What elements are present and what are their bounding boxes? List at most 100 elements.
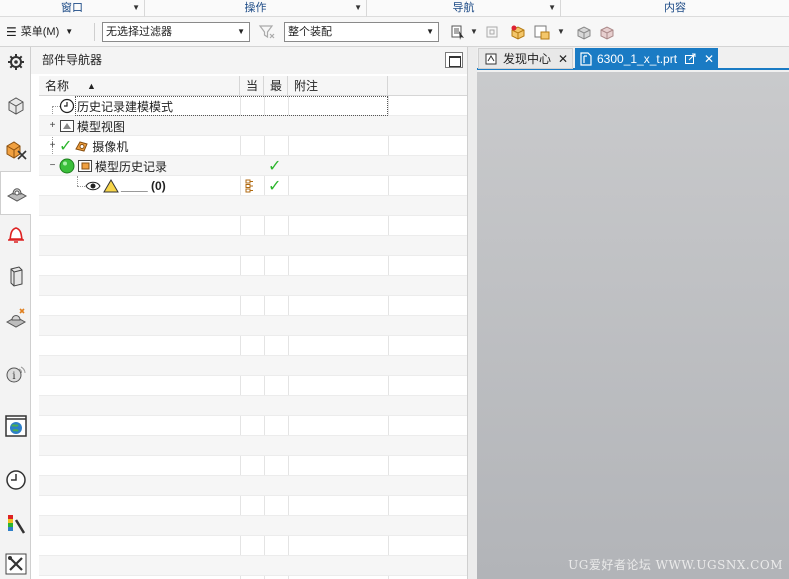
table-row[interactable]: ____ (0) ✓ xyxy=(39,176,467,196)
checkmark-icon: ✓ xyxy=(268,158,282,175)
table-row xyxy=(39,276,467,296)
table-row xyxy=(39,536,467,556)
table-row xyxy=(39,236,467,256)
color-palette-icon xyxy=(8,515,26,534)
type-filter-select[interactable]: 无选择过滤器 ▼ xyxy=(102,22,250,42)
chevron-down-icon[interactable]: ▼ xyxy=(470,23,478,41)
table-row xyxy=(39,296,467,316)
chevron-down-icon[interactable]: ▼ xyxy=(557,23,565,41)
table-row xyxy=(39,416,467,436)
book-icon xyxy=(10,266,23,287)
info-tab[interactable]: i xyxy=(3,361,29,387)
column-header-notes[interactable]: 附注 xyxy=(288,76,388,96)
solid-body-icon[interactable] xyxy=(575,23,593,41)
table-row xyxy=(39,376,467,396)
select-body-icon[interactable] xyxy=(509,23,527,41)
constraint-navigator-icon xyxy=(6,141,27,160)
tab-discovery-center[interactable]: 发现中心 ✕ xyxy=(478,48,573,69)
table-row xyxy=(39,396,467,416)
web-browser-tab[interactable] xyxy=(3,413,29,439)
expand-icon[interactable]: + xyxy=(48,141,57,151)
select-component-icon[interactable] xyxy=(533,23,551,41)
roles-tab[interactable] xyxy=(3,551,29,577)
tools-icon xyxy=(5,553,27,575)
checkmark-icon: ✓ xyxy=(59,138,73,155)
ribbon-group-window[interactable]: 窗口 ▼ xyxy=(0,0,145,17)
navigator-header: 部件导航器 xyxy=(31,47,467,74)
chevron-down-icon: ▼ xyxy=(354,3,362,12)
ribbon-group-navigate[interactable]: 导航 ▼ xyxy=(367,0,561,17)
history-tab[interactable] xyxy=(3,467,29,493)
column-header-latest[interactable]: 最 xyxy=(264,76,288,96)
chevron-down-icon: ▼ xyxy=(65,27,74,36)
collapse-icon[interactable]: − xyxy=(48,161,57,171)
table-row xyxy=(39,516,467,536)
eye-icon[interactable] xyxy=(85,178,101,194)
reuse-library-tab[interactable] xyxy=(3,221,29,247)
menu-button[interactable]: ☰ 菜单(M) ▼ xyxy=(6,23,73,41)
chevron-down-icon: ▼ xyxy=(237,27,245,36)
hamburger-icon: ☰ xyxy=(6,25,17,39)
column-header-current[interactable]: 当 xyxy=(240,76,264,96)
checkmark-icon: ✓ xyxy=(268,178,282,195)
assembly-navigator-tab[interactable] xyxy=(3,93,29,119)
hd3d-tools-tab[interactable] xyxy=(3,263,29,289)
green-status-icon xyxy=(59,158,75,174)
table-row xyxy=(39,356,467,376)
constraint-navigator-tab[interactable] xyxy=(3,137,29,163)
table-row[interactable]: − 模型历史记录 ✓ xyxy=(39,156,467,176)
close-icon[interactable]: ✕ xyxy=(704,52,714,66)
table-row xyxy=(39,456,467,476)
ribbon-group-content[interactable]: 内容 xyxy=(561,0,789,17)
part-navigator-tab[interactable] xyxy=(0,171,32,215)
panel-splitter[interactable] xyxy=(468,47,477,579)
assembly-navigator-icon xyxy=(8,97,24,115)
table-row xyxy=(39,496,467,516)
system-materials-tab[interactable] xyxy=(3,511,29,537)
part-navigator-icon xyxy=(6,188,27,202)
part-navigator-panel: 部件导航器 名称 ▲ 当 最 附注 历史记录建模模式 + 模型视图 + ✓ 摄像… xyxy=(31,47,468,579)
general-selection-icon[interactable] xyxy=(449,23,467,41)
camera-icon xyxy=(75,141,89,152)
table-row xyxy=(39,476,467,496)
svg-text:i: i xyxy=(12,371,15,382)
table-row xyxy=(39,196,467,216)
table-row xyxy=(39,216,467,236)
navigator-table: 名称 ▲ 当 最 附注 历史记录建模模式 + 模型视图 + ✓ 摄像机 − 模型… xyxy=(39,76,467,579)
clock-icon xyxy=(59,98,75,114)
table-row xyxy=(39,436,467,456)
table-row[interactable]: 历史记录建模模式 xyxy=(39,96,467,116)
ribbon-group-bar: 窗口 ▼ 操作 ▼ 导航 ▼ 内容 xyxy=(0,0,789,17)
chevron-down-icon: ▼ xyxy=(548,3,556,12)
column-header-name[interactable]: 名称 ▲ xyxy=(39,76,240,96)
settings-button[interactable] xyxy=(3,49,29,75)
expand-icon[interactable]: + xyxy=(48,121,57,131)
chevron-down-icon: ▼ xyxy=(132,3,140,12)
chevron-down-icon: ▼ xyxy=(426,27,434,36)
part-file-icon xyxy=(580,51,592,66)
table-header: 名称 ▲ 当 最 附注 xyxy=(39,76,467,96)
select-feature-icon[interactable] xyxy=(484,23,502,41)
ribbon-group-operation[interactable]: 操作 ▼ xyxy=(145,0,367,17)
table-row[interactable]: + 模型视图 xyxy=(39,116,467,136)
model-history-icon xyxy=(78,160,92,172)
table-row xyxy=(39,256,467,276)
funnel-filter-icon[interactable] xyxy=(258,23,276,41)
navigator-title: 部件导航器 xyxy=(42,53,103,67)
selection-scope-select[interactable]: 整个装配 ▼ xyxy=(284,22,439,42)
table-row[interactable]: + ✓ 摄像机 xyxy=(39,136,467,156)
web-browser-icon xyxy=(5,415,27,437)
toolbar-separator xyxy=(94,23,95,41)
process-studio-tab[interactable] xyxy=(3,305,29,331)
tab-part-file[interactable]: 6300_1_x_t.prt ✕ xyxy=(575,48,718,69)
graphics-window[interactable]: UG爱好者论坛 WWW.UGSNX.COM xyxy=(477,72,789,579)
sort-ascending-icon: ▲ xyxy=(87,81,96,91)
gear-icon xyxy=(8,54,24,70)
table-row xyxy=(39,336,467,356)
close-icon[interactable]: ✕ xyxy=(558,52,568,66)
clock-icon xyxy=(6,470,26,490)
model-views-icon xyxy=(60,120,74,132)
maximize-button[interactable] xyxy=(445,52,463,68)
sheet-body-icon[interactable] xyxy=(598,23,616,41)
current-feature-marker-icon xyxy=(245,179,253,193)
